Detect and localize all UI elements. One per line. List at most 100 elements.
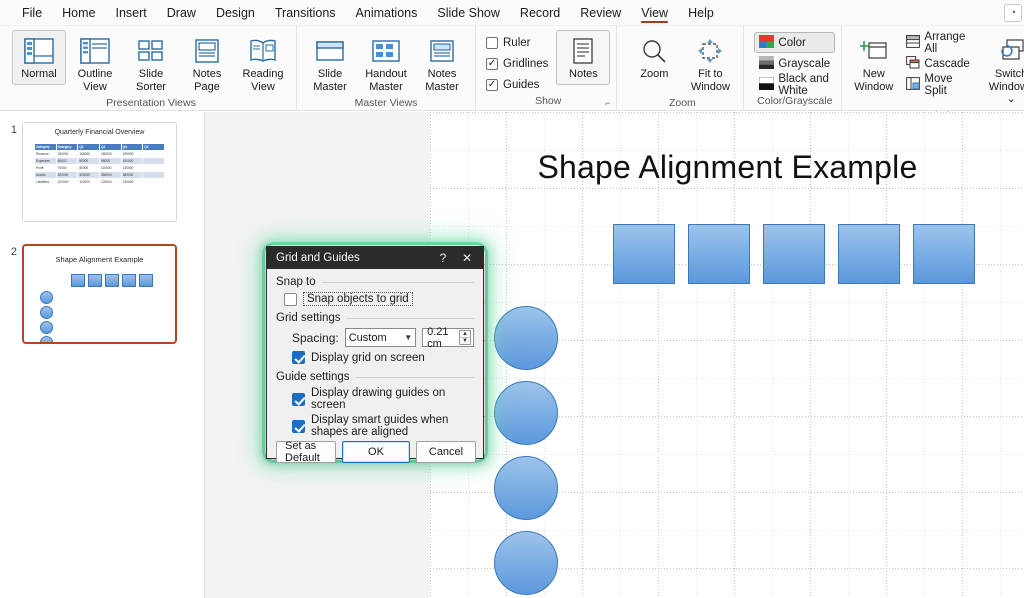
color-mode-black-and-white[interactable]: Black and White <box>754 73 835 97</box>
display-smart-guides-checkbox[interactable]: Display smart guides when shapes are ali… <box>292 414 474 438</box>
menu-tab-transitions[interactable]: Transitions <box>265 2 346 24</box>
zoom-button[interactable]: Zoom <box>627 30 681 85</box>
notes-button[interactable]: Notes <box>556 30 611 85</box>
display-grid-checkbox[interactable]: Display grid on screen <box>292 351 474 364</box>
show-checkbox-list: Ruler ✓ Gridlines ✓ Guides <box>486 30 548 95</box>
thumbnail-table-header: Q4 <box>142 143 165 151</box>
menu-tab-help[interactable]: Help <box>678 2 724 24</box>
account-icon[interactable]: ◔ <box>1004 3 1022 22</box>
spinner-buttons[interactable]: ▲ ▼ <box>459 330 471 345</box>
cancel-button[interactable]: Cancel <box>416 441 476 463</box>
slide-master-button[interactable]: Slide Master <box>303 30 357 97</box>
slide-rectangle-1[interactable] <box>613 224 675 284</box>
help-icon[interactable]: ? <box>431 247 455 269</box>
move-split-icon <box>906 76 921 93</box>
normal-view-button[interactable]: Normal <box>12 30 66 85</box>
window-commands-list: Arrange All Cascade Move Split <box>901 30 980 97</box>
reading-view-button[interactable]: Reading View <box>236 30 290 97</box>
move-split-button[interactable]: Move Split <box>901 73 980 97</box>
show-dialog-launcher-icon[interactable]: ⌐ <box>605 98 610 108</box>
spacing-measure-stepper[interactable]: 0.21 cm ▲ ▼ <box>422 325 474 350</box>
gridlines-checkbox[interactable]: ✓ Gridlines <box>486 53 548 74</box>
snap-objects-to-grid-checkbox[interactable]: Snap objects to grid <box>284 292 474 306</box>
spinner-down-icon[interactable]: ▼ <box>460 337 470 344</box>
menu-tab-view[interactable]: View <box>631 2 678 24</box>
switch-windows-icon <box>996 34 1024 68</box>
menu-tab-record[interactable]: Record <box>510 2 570 24</box>
slide-thumbnail-2[interactable]: 2 Shape Alignment Example <box>0 230 204 352</box>
fit-to-window-icon <box>696 34 724 68</box>
color-mode-grayscale[interactable]: Grayscale <box>754 53 835 74</box>
slide-rectangle-5[interactable] <box>913 224 975 284</box>
slide-thumbnail-panel[interactable]: 1 Quarterly Financial Overview Category C… <box>0 112 205 598</box>
arrange-all-label: Arrange All <box>924 30 966 55</box>
notes-master-button[interactable]: Notes Master <box>415 30 469 97</box>
switch-windows-button[interactable]: Switch Windows ⌄ <box>985 30 1024 110</box>
slide-thumbnail-1[interactable]: 1 Quarterly Financial Overview Category C… <box>0 118 204 230</box>
ribbon-group-zoom: Zoom Fit to Window Zoom <box>616 26 743 110</box>
ribbon-group-master-views: Slide Master Handout Master Notes Master… <box>296 26 475 110</box>
menu-tab-animations[interactable]: Animations <box>346 2 428 24</box>
menu-tab-insert[interactable]: Insert <box>106 2 157 24</box>
thumbnail-circle <box>40 306 53 319</box>
set-as-default-button[interactable]: Set as Default <box>276 440 336 464</box>
fit-to-window-button[interactable]: Fit to Window <box>683 30 737 97</box>
cascade-button[interactable]: Cascade <box>901 53 980 74</box>
slide-thumbnail-1-canvas[interactable]: Quarterly Financial Overview Category Cat… <box>22 122 177 222</box>
menu-tab-home[interactable]: Home <box>52 2 105 24</box>
handout-master-button[interactable]: Handout Master <box>359 30 413 97</box>
slide-rectangle-4[interactable] <box>838 224 900 284</box>
slide-circle-3[interactable] <box>494 456 558 520</box>
slide-circle-4[interactable] <box>494 531 558 595</box>
ribbon-group-label-zoom: Zoom <box>668 97 696 110</box>
slide-circle-2[interactable] <box>494 381 558 445</box>
slide-title-text[interactable]: Shape Alignment Example <box>430 149 1024 186</box>
notes-button-label: Notes <box>569 68 598 80</box>
dialog-title-bar: Grid and Guides ? ✕ <box>267 247 483 269</box>
thumbnail-table-header: Q2 <box>77 143 100 151</box>
menu-tab-review[interactable]: Review <box>570 2 631 24</box>
cascade-label: Cascade <box>924 57 970 70</box>
slide-circle-1[interactable] <box>494 306 558 370</box>
slide-rectangle-3[interactable] <box>763 224 825 284</box>
outline-view-button[interactable]: Outline View <box>68 30 122 97</box>
new-window-button[interactable]: New Window <box>850 30 897 97</box>
menu-tab-draw[interactable]: Draw <box>157 2 206 24</box>
slide-thumbnail-2-canvas[interactable]: Shape Alignment Example <box>22 244 177 344</box>
cascade-icon <box>906 55 920 72</box>
spacing-select[interactable]: Custom ▼ <box>344 328 417 347</box>
black-and-white-icon <box>758 76 775 93</box>
display-drawing-guides-checkbox[interactable]: Display drawing guides on screen <box>292 387 474 411</box>
spacing-select-value: Custom <box>348 331 387 344</box>
thumbnail-table-cell: Liabilities <box>34 178 57 186</box>
snap-to-divider <box>321 281 474 283</box>
menu-tab-design[interactable]: Design <box>206 2 265 24</box>
outline-view-icon <box>80 34 110 68</box>
arrange-all-button[interactable]: Arrange All <box>901 30 980 55</box>
guides-checkbox[interactable]: ✓ Guides <box>486 74 548 95</box>
slide-number-1: 1 <box>10 124 17 136</box>
ribbon-group-presentation-views: Normal Outline View Slide Sorter Notes P… <box>6 26 296 110</box>
notes-page-button[interactable]: Notes Page <box>180 30 234 97</box>
menu-tab-file[interactable]: File <box>12 2 52 24</box>
slide-rectangle-2[interactable] <box>688 224 750 284</box>
zoom-button-label: Zoom <box>640 68 669 80</box>
grid-and-guides-dialog[interactable]: Grid and Guides ? ✕ Snap to Snap objects… <box>266 246 484 464</box>
thumbnail-table-cell: 100000 <box>55 178 79 186</box>
display-grid-checkbox-box <box>292 351 305 364</box>
close-icon[interactable]: ✕ <box>455 247 479 269</box>
menu-bar: File Home Insert Draw Design Transitions Anima… <box>0 0 1024 26</box>
ruler-label: Ruler <box>503 36 531 49</box>
spacing-measure-value: 0.21 cm <box>427 325 449 350</box>
show-label-text: Show <box>535 95 562 107</box>
menu-tab-slide-show[interactable]: Slide Show <box>427 2 510 24</box>
thumbnail-table-header: Q4 <box>120 143 144 151</box>
slide-sorter-button[interactable]: Slide Sorter <box>124 30 178 97</box>
thumbnail-table-cell: Profit <box>34 164 57 172</box>
color-mode-color[interactable]: Color <box>754 32 836 53</box>
ruler-checkbox[interactable]: Ruler <box>486 32 548 53</box>
ok-button[interactable]: OK <box>342 441 410 463</box>
slide-surface[interactable]: Shape Alignment Example <box>430 112 1024 598</box>
slide-sorter-icon <box>136 34 166 68</box>
thumbnail-table-cell: 320000 <box>77 171 100 179</box>
